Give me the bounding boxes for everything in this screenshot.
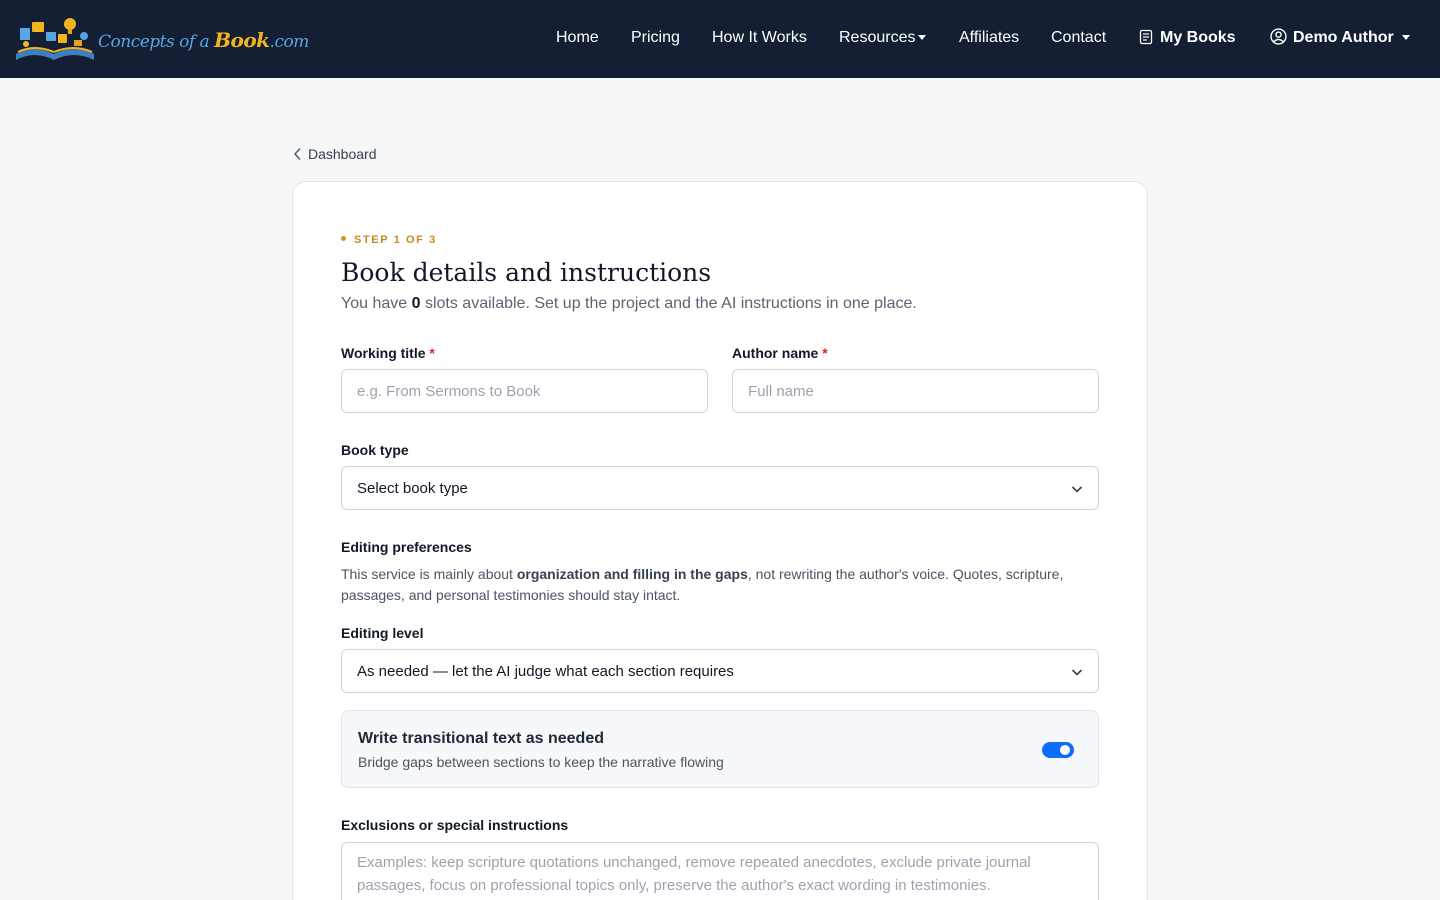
transitional-text-toggle[interactable]	[1042, 742, 1074, 758]
required-mark: *	[429, 345, 435, 361]
nav-link-pricing[interactable]: Pricing	[631, 28, 680, 48]
user-menu-name: Demo Author	[1293, 29, 1394, 46]
nav-link-my-books-label: My Books	[1160, 29, 1236, 46]
book-type-value: Select book type	[357, 480, 468, 497]
toggle-knob	[1060, 745, 1070, 755]
nav-link-how-it-works[interactable]: How It Works	[712, 28, 807, 48]
user-circle-icon	[1270, 28, 1287, 45]
chevron-down-icon	[1071, 486, 1083, 493]
page-subtitle: You have 0 slots available. Set up the p…	[341, 295, 917, 312]
user-menu-dropdown[interactable]: Demo Author	[1270, 28, 1410, 48]
editing-preferences-description: This service is mainly about organizatio…	[341, 566, 1064, 603]
book-details-card: STEP 1 OF 3 Book details and instruction…	[292, 181, 1148, 900]
journal-icon	[1139, 29, 1153, 45]
site-logo[interactable]: Concepts of a Book.com	[12, 14, 309, 64]
author-name-input[interactable]	[732, 369, 1099, 413]
nav-dropdown-resources[interactable]: Resources	[839, 28, 927, 48]
step-indicator: STEP 1 OF 3	[341, 233, 437, 247]
slots-count: 0	[411, 295, 421, 312]
page-title: Book details and instructions	[341, 258, 712, 287]
transitional-text-title: Write transitional text as needed	[358, 730, 604, 747]
breadcrumb-dashboard-link[interactable]: Dashboard	[293, 145, 377, 163]
editing-level-label: Editing level	[341, 625, 424, 641]
chevron-left-icon	[294, 148, 301, 160]
transitional-text-option: Write transitional text as needed Bridge…	[341, 710, 1099, 788]
logo-wordmark: Concepts of a Book.com	[98, 28, 309, 52]
editing-level-value: As needed — let the AI judge what each s…	[357, 663, 734, 680]
editing-level-select[interactable]: As needed — let the AI judge what each s…	[341, 649, 1099, 693]
transitional-text-description: Bridge gaps between sections to keep the…	[358, 754, 724, 770]
nav-link-home[interactable]: Home	[556, 28, 599, 48]
editing-preferences-label: Editing preferences	[341, 539, 472, 555]
step-text: STEP 1 OF 3	[354, 234, 437, 246]
chevron-down-icon	[1071, 669, 1083, 676]
exclusions-label: Exclusions or special instructions	[341, 817, 569, 833]
working-title-label: Working title *	[341, 345, 435, 361]
working-title-input[interactable]	[341, 369, 708, 413]
top-navbar: Concepts of a Book.com Home Pricing How …	[0, 0, 1440, 78]
nav-dropdown-resources-label: Resources	[839, 29, 916, 46]
open-book-icon	[16, 18, 94, 60]
exclusions-textarea[interactable]	[341, 842, 1099, 900]
step-dot-icon	[341, 236, 346, 241]
nav-link-affiliates[interactable]: Affiliates	[959, 28, 1019, 48]
nav-link-my-books[interactable]: My Books	[1138, 28, 1236, 48]
author-name-label: Author name *	[732, 345, 828, 361]
nav-link-contact[interactable]: Contact	[1051, 28, 1106, 48]
required-mark: *	[822, 345, 828, 361]
breadcrumb-label: Dashboard	[308, 146, 377, 162]
book-type-select[interactable]: Select book type	[341, 466, 1099, 510]
caret-down-icon	[1401, 35, 1410, 41]
book-type-label: Book type	[341, 442, 409, 458]
caret-down-icon	[918, 35, 927, 41]
